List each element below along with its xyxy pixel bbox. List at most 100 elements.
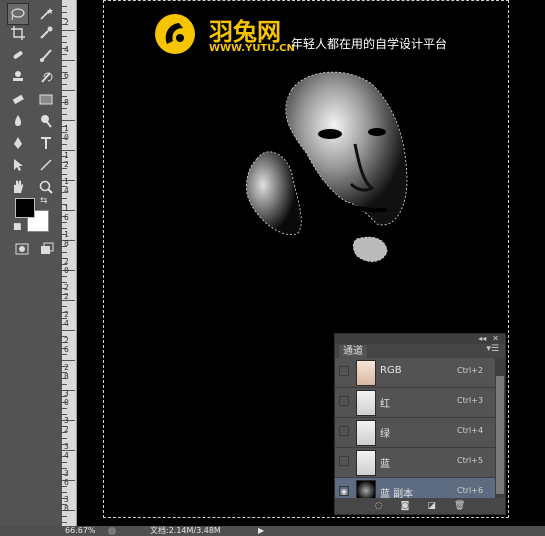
ruler-tick: [62, 36, 67, 37]
ruler-tick: [62, 384, 67, 385]
eye-icon[interactable]: ◉: [339, 486, 349, 496]
dodge-icon[interactable]: [35, 110, 57, 132]
stamp-icon[interactable]: [7, 66, 29, 88]
ruler-label: 3 6: [64, 468, 69, 487]
channel-shortcut: Ctrl+3: [457, 396, 484, 405]
history-brush-icon[interactable]: [35, 66, 57, 88]
brand-url: WWW.YUTU.CN: [209, 43, 295, 54]
hand-icon[interactable]: [7, 176, 29, 198]
new-channel-icon[interactable]: ◪: [427, 501, 436, 511]
ruler-tick: [62, 360, 75, 361]
ruler-tick: [62, 330, 75, 331]
ruler-label: 3 4: [64, 442, 69, 460]
visibility-toggle[interactable]: [339, 426, 349, 436]
brand-slogan: 年轻人都在用的自学设计平台: [291, 37, 448, 51]
visibility-toggle[interactable]: [339, 456, 349, 466]
trash-icon[interactable]: 🗑: [454, 501, 465, 511]
dotted-circle-icon[interactable]: ◌: [375, 501, 383, 511]
ruler-tick: [62, 252, 67, 253]
screen-mode-icon[interactable]: [36, 238, 58, 260]
gradient-icon[interactable]: [35, 88, 57, 110]
channel-shortcut: Ctrl+2: [457, 366, 484, 375]
channel-row[interactable]: 红 Ctrl+3: [335, 388, 505, 418]
blur-icon[interactable]: [7, 110, 29, 132]
ruler-label: 1 6: [64, 203, 69, 222]
brand-name: 羽兔网: [209, 18, 281, 46]
save-selection-icon[interactable]: ◙: [401, 501, 410, 511]
panel-footer: ◌ ◙ ◪ 🗑: [335, 498, 505, 514]
ruler-label: 2 6: [64, 336, 69, 354]
channel-name: 绿: [380, 429, 390, 440]
brush-icon[interactable]: [35, 44, 57, 66]
tool-row: [7, 110, 61, 132]
ruler-label: 2: [64, 18, 69, 27]
channel-row[interactable]: 绿 Ctrl+4: [335, 418, 505, 448]
tool-row: [7, 176, 61, 198]
channel-row[interactable]: RGB Ctrl+2: [335, 358, 505, 388]
ruler-tick: [62, 462, 67, 463]
channel-name: RGB: [380, 365, 402, 376]
ruler-tick: [62, 120, 75, 121]
document-canvas[interactable]: 羽兔网 WWW.YUTU.CN 年轻人都在用的自学设计平台 ◂◂ ✕ 通道 ▾☰…: [77, 0, 545, 526]
ruler-label: 3 2: [64, 415, 69, 434]
foreground-color-swatch[interactable]: [15, 198, 35, 218]
pen-icon[interactable]: [7, 132, 29, 154]
status-menu-arrow-icon[interactable]: ▶: [258, 526, 264, 536]
visibility-toggle[interactable]: [339, 396, 349, 406]
ruler-tick: [62, 90, 75, 91]
visibility-toggle[interactable]: [339, 366, 349, 376]
path-select-icon[interactable]: [7, 154, 29, 176]
zoom-icon[interactable]: [35, 176, 57, 198]
channel-row[interactable]: 蓝 Ctrl+5: [335, 448, 505, 478]
channels-panel: ◂◂ ✕ 通道 ▾☰ RGB Ctrl+2 红 Ctrl+3 绿 Ctrl+4 蓝 Ctrl+…: [334, 333, 506, 515]
ruler-label: 6: [64, 71, 69, 80]
default-colors-icon[interactable]: ■: [13, 222, 22, 232]
channel-thumbnail: [356, 450, 376, 476]
ruler-label: 1 4: [64, 177, 69, 195]
zoom-level[interactable]: 66.67%: [65, 526, 96, 536]
ruler-tick: [62, 6, 67, 7]
ruler-tick: [62, 408, 67, 409]
tab-channels[interactable]: 通道: [339, 345, 367, 358]
ruler-label: 8: [64, 97, 69, 107]
panel-tabbar: 通道 ▾☰: [335, 344, 505, 358]
ruler-tick: [62, 522, 67, 523]
channel-thumbnail: [356, 390, 376, 416]
eyedropper-icon[interactable]: [35, 22, 57, 44]
scrollbar[interactable]: [495, 358, 505, 504]
tool-row: [7, 132, 61, 154]
ruler-label: 2 2: [64, 283, 69, 301]
panel-menu-icon[interactable]: ▾☰: [486, 344, 499, 354]
tool-row: [7, 22, 61, 44]
eraser-icon[interactable]: [7, 88, 29, 110]
ruler-tick: [62, 174, 67, 175]
collapse-icon[interactable]: ◂◂: [478, 334, 486, 344]
quick-mask-icon[interactable]: [11, 238, 33, 260]
healing-brush-icon[interactable]: [7, 44, 29, 66]
ruler-tick: [62, 222, 67, 223]
ruler-tick: [62, 54, 67, 55]
ruler-label: 2 4: [64, 309, 69, 328]
ruler-label: 1 2: [64, 150, 69, 169]
ruler-label: 4: [64, 44, 69, 54]
swap-colors-icon[interactable]: ⇆: [40, 196, 48, 206]
crop-icon[interactable]: [7, 22, 29, 44]
ruler-tick: [62, 30, 75, 31]
close-icon[interactable]: ✕: [492, 334, 499, 344]
status-bar: 66.67% 文档:2.14M/3.48M ▶: [0, 526, 545, 536]
scrollbar-thumb[interactable]: [496, 376, 504, 494]
ruler-tick: [62, 84, 67, 85]
ruler-tick: [62, 354, 67, 355]
logo-icon: [155, 14, 195, 54]
ruler-tick: [62, 66, 67, 67]
ruler-tick: [62, 276, 67, 277]
channel-thumbnail: [356, 360, 376, 386]
ruler-tick: [62, 198, 67, 199]
ruler-tick: [62, 228, 67, 229]
tool-row: [7, 88, 61, 110]
ruler-tick: [62, 114, 67, 115]
text-icon[interactable]: [35, 132, 57, 154]
face-image: [246, 71, 408, 262]
line-icon[interactable]: [35, 154, 57, 176]
ruler-label: 2 8: [64, 362, 69, 381]
